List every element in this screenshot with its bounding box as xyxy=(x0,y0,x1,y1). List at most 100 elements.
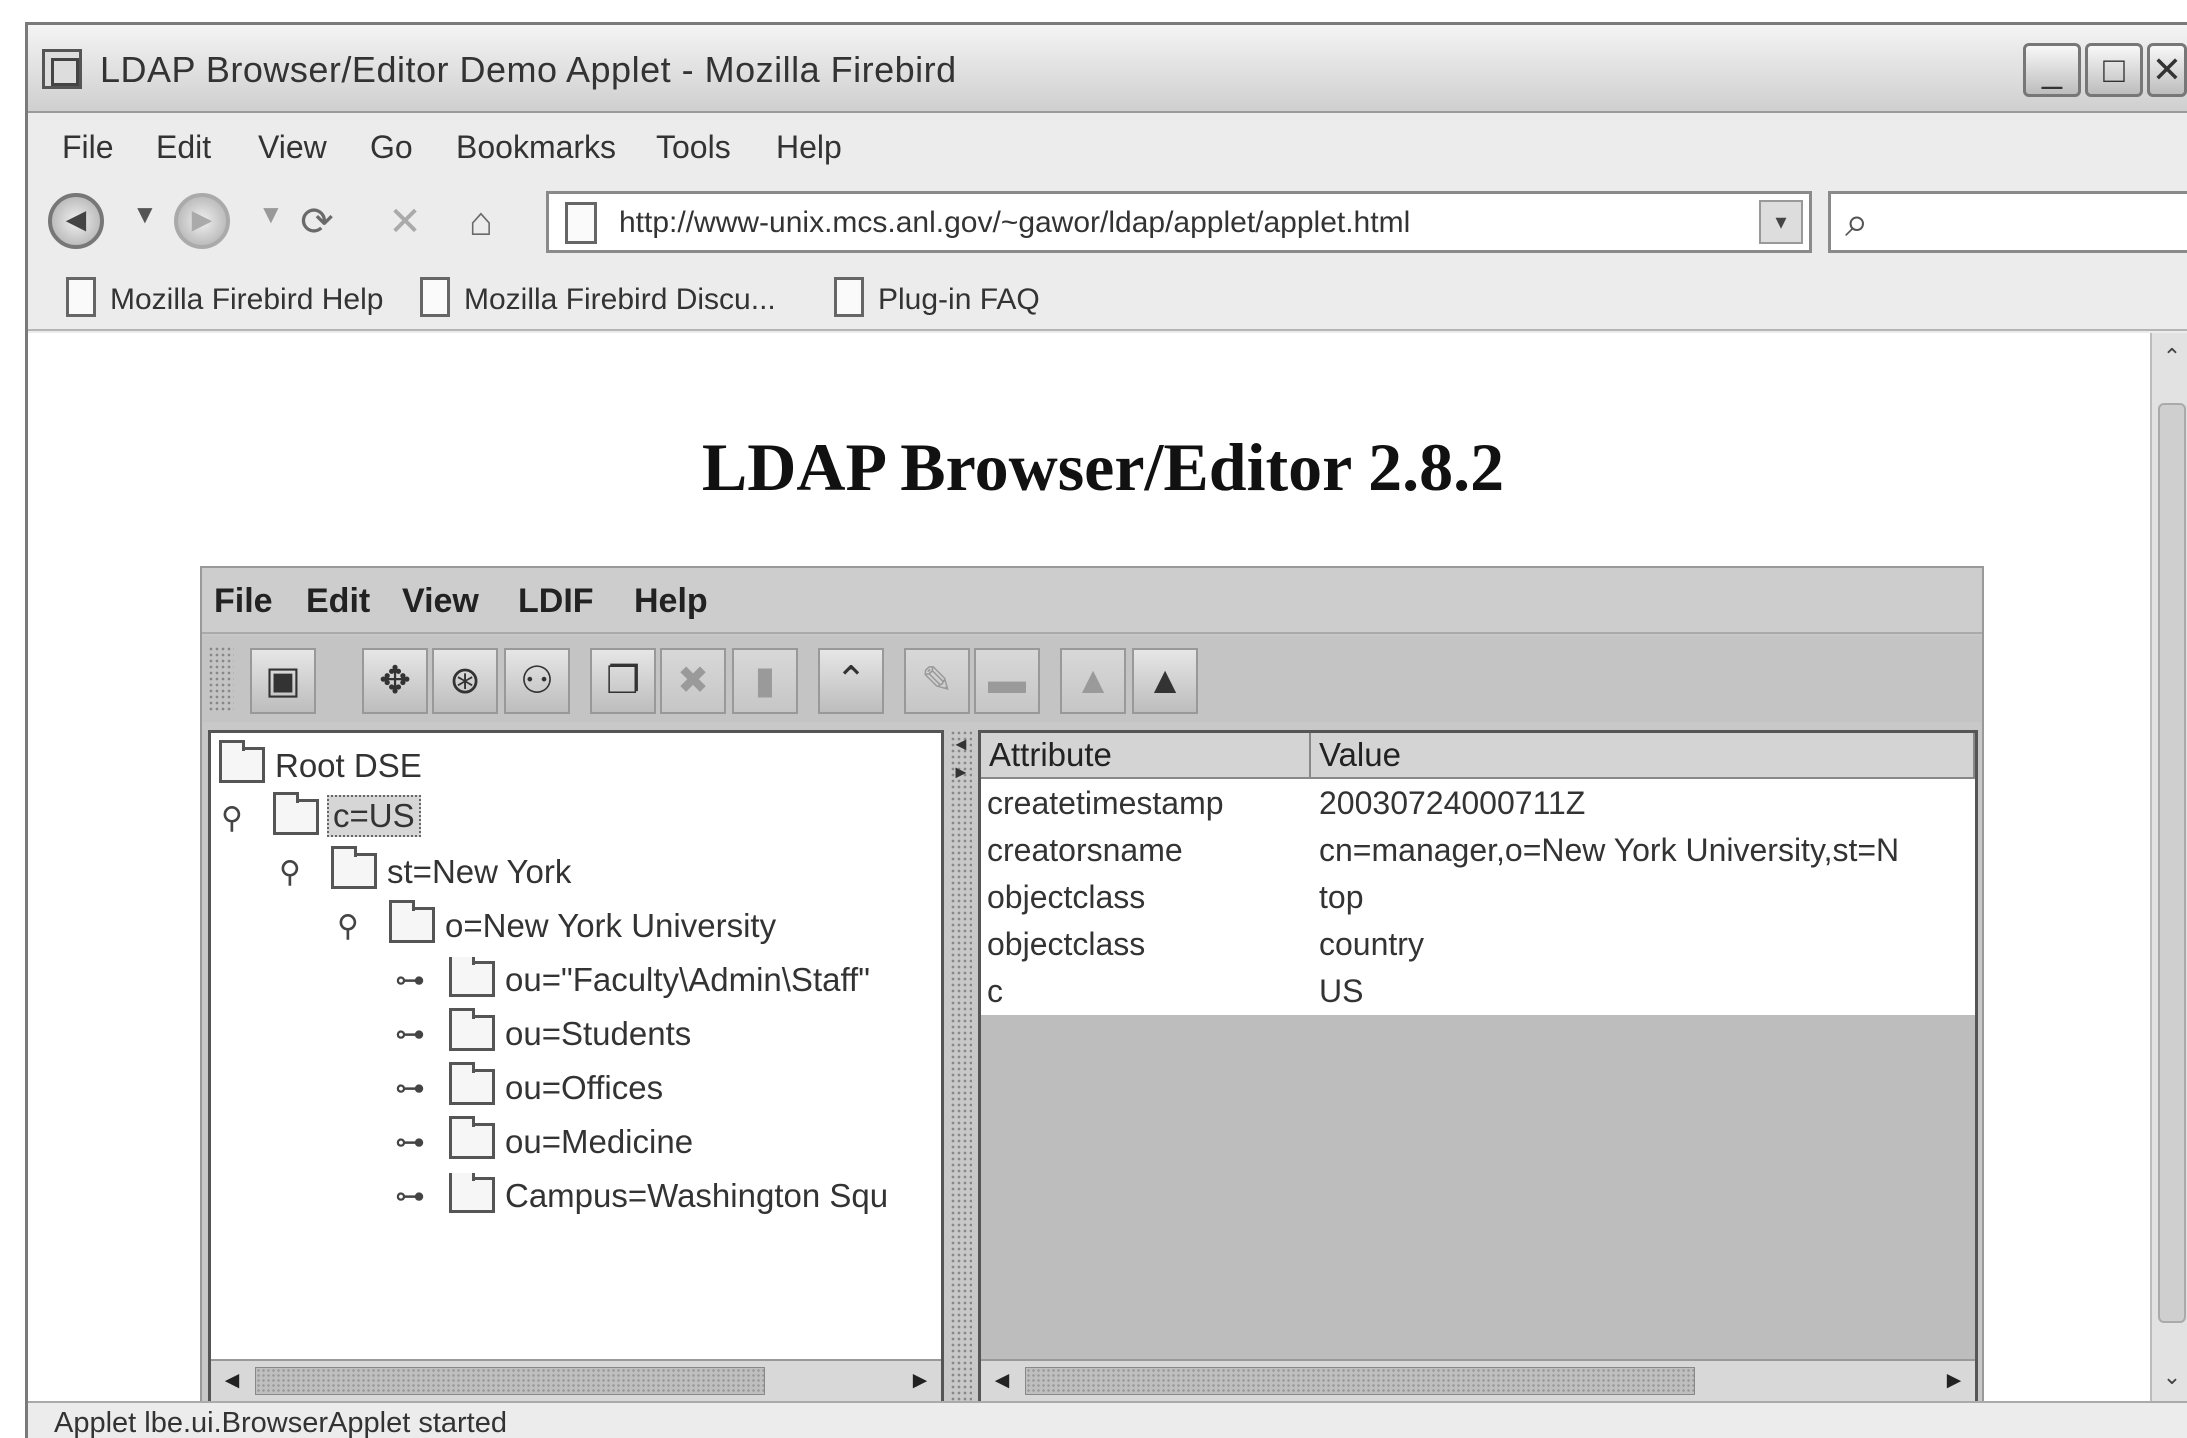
tree-node-c-us[interactable]: ⚲ c=US xyxy=(215,792,615,839)
scrollbar-thumb[interactable] xyxy=(255,1367,765,1395)
scrollbar-thumb[interactable] xyxy=(1025,1367,1695,1395)
value-cell: country xyxy=(1319,926,1424,962)
browser-window: LDAP Browser/Editor Demo Applet - Mozill… xyxy=(25,22,2187,1438)
toolbar-grip[interactable] xyxy=(208,646,234,712)
maximize-button[interactable]: □ xyxy=(2085,43,2143,97)
export-icon[interactable]: ▲ xyxy=(1060,648,1126,714)
bookmark-label: Mozilla Firebird Discu... xyxy=(464,283,776,316)
back-dropdown-icon[interactable]: ▼ xyxy=(132,199,158,230)
table-row[interactable]: c US xyxy=(981,967,1975,1014)
refresh-icon[interactable]: ✥ xyxy=(362,648,428,714)
menu-file[interactable]: File xyxy=(62,129,114,166)
scroll-down-icon[interactable]: ⌄ xyxy=(2156,1357,2187,1397)
delete-icon[interactable]: ▬ xyxy=(974,648,1040,714)
tree-node-ou-offices[interactable]: ⊶ ou=Offices xyxy=(391,1062,939,1109)
bookmark-plugin-faq[interactable]: Plug-in FAQ xyxy=(834,275,1064,319)
url-dropdown-icon[interactable]: ▾ xyxy=(1759,200,1803,244)
applet-menu-file[interactable]: File xyxy=(214,582,273,621)
search-icon: ⌕ xyxy=(1845,198,1869,245)
tree-node-ou-faculty[interactable]: ⊶ ou="Faculty\Admin\Staff" xyxy=(391,957,939,1001)
app-icon xyxy=(42,49,82,89)
collapsed-handle-icon[interactable]: ⊶ xyxy=(395,963,425,998)
split-pane-divider[interactable]: ◄ ► xyxy=(950,730,972,1404)
scrollbar-thumb[interactable] xyxy=(2158,403,2186,1323)
stop-icon[interactable]: ✕ xyxy=(378,195,432,249)
forward-icon[interactable]: ► xyxy=(174,193,230,249)
attribute-cell: objectclass xyxy=(987,926,1146,962)
bookmark-firebird-help[interactable]: Mozilla Firebird Help xyxy=(66,275,406,319)
expand-handle-icon[interactable]: ⚲ xyxy=(279,855,309,890)
tree-horizontal-scrollbar[interactable]: ◄ ► xyxy=(211,1359,941,1401)
copy-icon[interactable]: ❐ xyxy=(590,648,656,714)
tree-node-label: ou=Medicine xyxy=(505,1123,694,1160)
menu-view[interactable]: View xyxy=(258,129,327,166)
collapsed-handle-icon[interactable]: ⊶ xyxy=(395,1017,425,1052)
table-row[interactable]: createtimestamp 20030724000711Z xyxy=(981,779,1975,826)
scroll-right-icon[interactable]: ► xyxy=(1937,1365,1971,1397)
search-input[interactable]: ⌕ xyxy=(1828,191,2187,253)
table-row[interactable]: objectclass top xyxy=(981,873,1975,920)
value-cell: cn=manager,o=New York University,st=N xyxy=(1319,832,1900,868)
navigation-toolbar: ◄ ▼ ► ▼ ⟳ ✕ ⌂ http://www-unix.mcs.anl.go… xyxy=(28,179,2187,259)
tree-node-label: Root DSE xyxy=(275,747,422,784)
tree-node-ou-medicine[interactable]: ⊶ ou=Medicine xyxy=(391,1116,939,1163)
url-bar[interactable]: http://www-unix.mcs.anl.gov/~gawor/ldap/… xyxy=(546,191,1812,253)
column-header-value[interactable]: Value xyxy=(1311,733,1975,777)
expand-handle-icon[interactable]: ⚲ xyxy=(337,909,367,944)
folder-icon xyxy=(331,846,377,889)
tree-node-ou-students[interactable]: ⊶ ou=Students xyxy=(391,1008,939,1055)
forward-dropdown-icon[interactable]: ▼ xyxy=(258,199,284,230)
search-edit-icon[interactable]: ⊛ xyxy=(432,648,498,714)
column-header-attribute[interactable]: Attribute xyxy=(981,733,1311,777)
menu-go[interactable]: Go xyxy=(370,129,413,166)
menu-bookmarks[interactable]: Bookmarks xyxy=(456,129,616,166)
page-title: LDAP Browser/Editor 2.8.2 xyxy=(701,429,1505,505)
applet-menu-edit[interactable]: Edit xyxy=(306,582,370,621)
collapsed-handle-icon[interactable]: ⊶ xyxy=(395,1179,425,1214)
scroll-left-icon[interactable]: ◄ xyxy=(215,1365,249,1397)
bookmark-firebird-discussion[interactable]: Mozilla Firebird Discu... xyxy=(420,275,820,319)
table-row[interactable]: creatorsname cn=manager,o=New York Unive… xyxy=(981,826,1975,873)
close-button[interactable]: ✕ xyxy=(2147,43,2187,97)
directory-tree[interactable]: Root DSE ⚲ c=US ⚲ st=New York ⚲ o=New Yo… xyxy=(208,730,944,1404)
import-icon[interactable]: ▲ xyxy=(1132,648,1198,714)
applet-menu-help[interactable]: Help xyxy=(634,582,708,621)
page-content: LDAP Browser/Editor 2.8.2 File Edit View… xyxy=(28,333,2150,1406)
cut-icon[interactable]: ✖ xyxy=(660,648,726,714)
url-input[interactable]: http://www-unix.mcs.anl.gov/~gawor/ldap/… xyxy=(619,206,1410,240)
back-icon[interactable]: ◄ xyxy=(48,193,104,249)
scroll-left-icon[interactable]: ◄ xyxy=(985,1365,1019,1397)
bookmark-label: Mozilla Firebird Help xyxy=(110,283,384,316)
bookmarks-toolbar: Mozilla Firebird Help Mozilla Firebird D… xyxy=(28,261,2187,331)
reload-icon[interactable]: ⟳ xyxy=(290,195,344,249)
paste-icon[interactable]: ▮ xyxy=(732,648,798,714)
applet-menu-ldif[interactable]: LDIF xyxy=(518,582,594,621)
menu-edit[interactable]: Edit xyxy=(156,129,211,166)
menu-help[interactable]: Help xyxy=(776,129,842,166)
tree-node-root-dse[interactable]: Root DSE xyxy=(215,740,615,787)
tree-node-label: ou=Students xyxy=(505,1015,692,1052)
collapse-right-icon[interactable]: ► xyxy=(952,762,970,783)
find-icon[interactable]: ⚇ xyxy=(504,648,570,714)
menu-tools[interactable]: Tools xyxy=(656,129,731,166)
collapsed-handle-icon[interactable]: ⊶ xyxy=(395,1125,425,1160)
collapsed-handle-icon[interactable]: ⊶ xyxy=(395,1071,425,1106)
connect-icon[interactable]: ▣ xyxy=(250,648,316,714)
table-horizontal-scrollbar[interactable]: ◄ ► xyxy=(981,1359,1975,1401)
expand-handle-icon[interactable]: ⚲ xyxy=(221,801,251,836)
bookmark-label: Plug-in FAQ xyxy=(878,283,1040,316)
applet-menu-view[interactable]: View xyxy=(402,582,479,621)
tree-node-st-new-york[interactable]: ⚲ st=New York xyxy=(273,846,773,893)
home-icon[interactable]: ⌂ xyxy=(454,195,508,249)
tree-node-label: ou=Offices xyxy=(505,1069,664,1106)
tree-node-campus[interactable]: ⊶ Campus=Washington Squ xyxy=(391,1173,939,1217)
collapse-left-icon[interactable]: ◄ xyxy=(952,734,970,755)
tree-node-o-nyu[interactable]: ⚲ o=New York University xyxy=(331,900,931,947)
page-vertical-scrollbar[interactable]: ⌃ ⌄ xyxy=(2150,333,2187,1401)
scroll-right-icon[interactable]: ► xyxy=(903,1365,937,1397)
minimize-button[interactable]: _ xyxy=(2023,43,2081,97)
edit-icon[interactable]: ✎ xyxy=(904,648,970,714)
up-icon[interactable]: ⌃ xyxy=(818,648,884,714)
table-row[interactable]: objectclass country xyxy=(981,920,1975,967)
scroll-up-icon[interactable]: ⌃ xyxy=(2156,337,2187,377)
